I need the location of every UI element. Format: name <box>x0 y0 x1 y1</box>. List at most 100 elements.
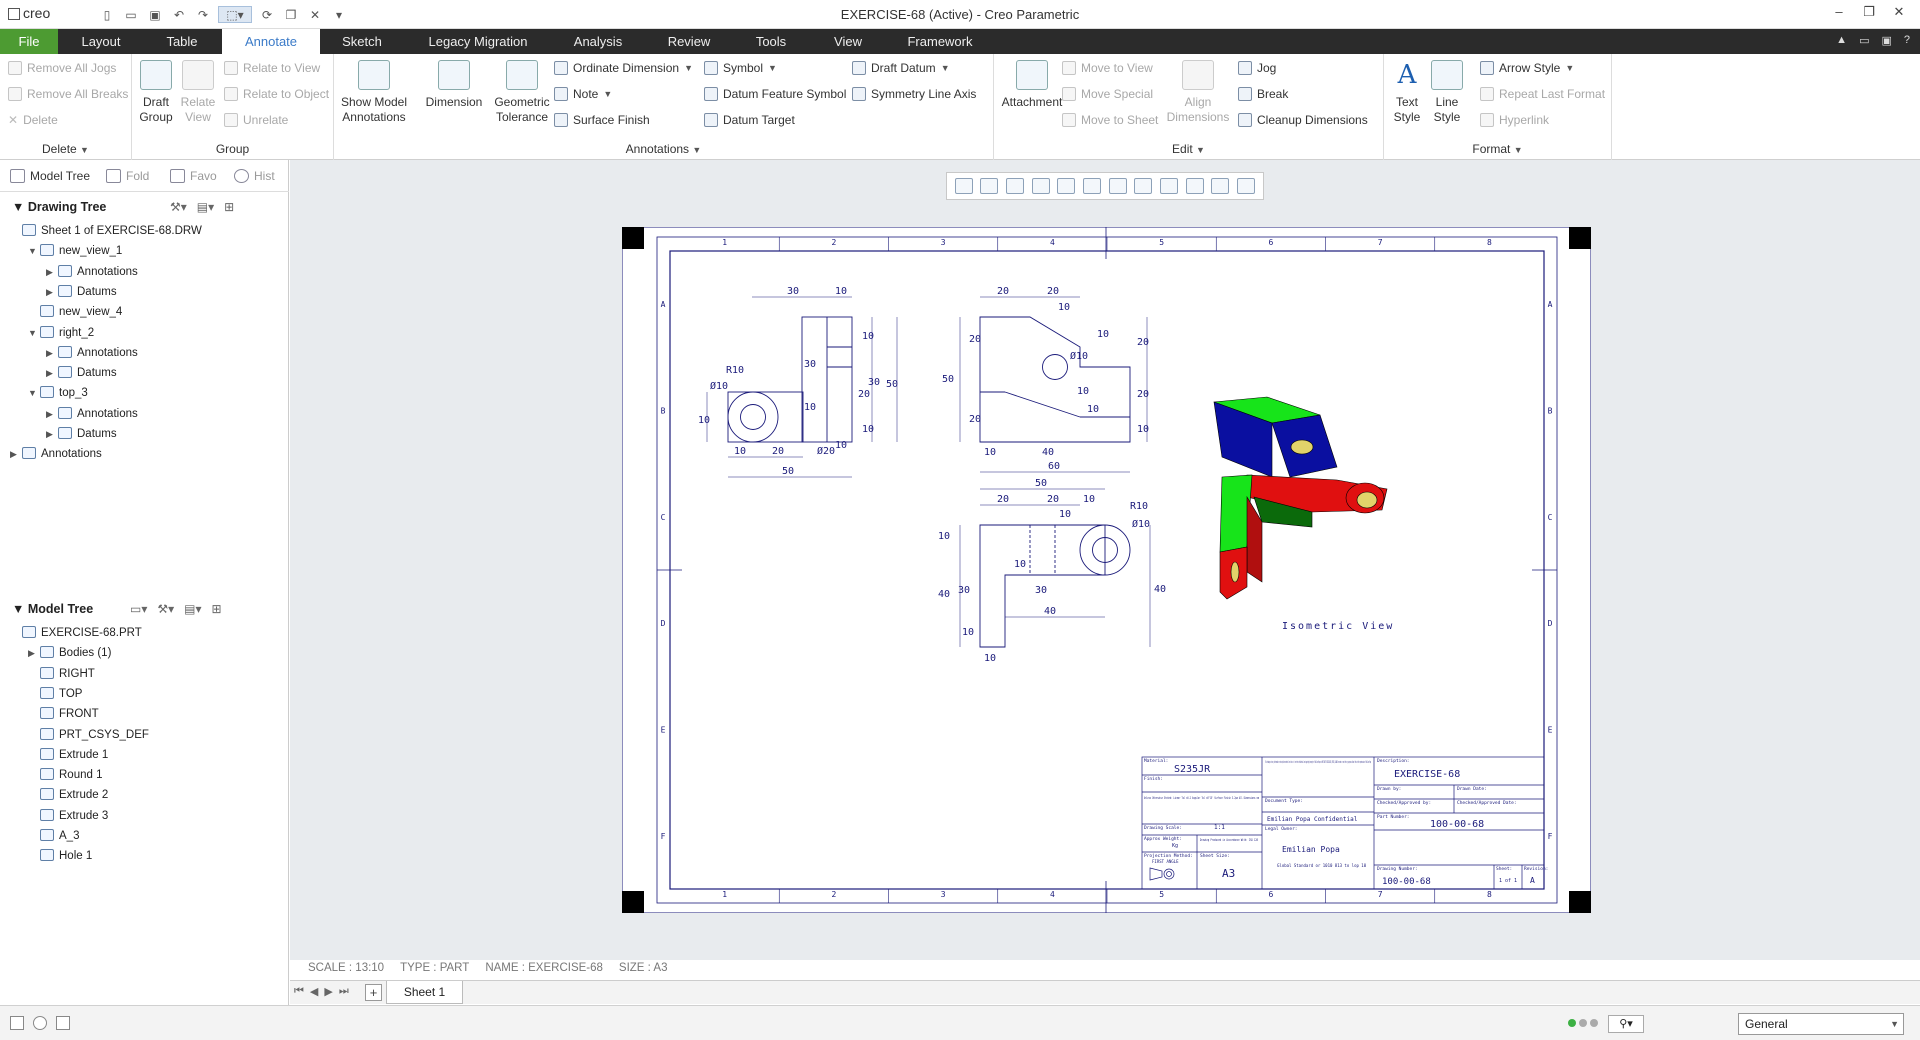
full-screen-icon[interactable] <box>56 1016 70 1030</box>
tree-node[interactable]: new_view_4 <box>28 302 122 322</box>
remove-all-breaks-button[interactable]: Remove All Breaks <box>8 84 128 104</box>
new-file-icon[interactable]: ▯ <box>98 6 116 23</box>
dimension-button[interactable]: Dimension <box>424 60 484 110</box>
datum-display-icon[interactable] <box>1134 178 1153 194</box>
tree-node[interactable]: Extrude 1 <box>28 745 108 765</box>
model-tree-settings-icon[interactable]: ⚒▾ <box>157 602 174 616</box>
tab-framework[interactable]: Framework <box>894 29 986 54</box>
delete-group-label[interactable]: Delete ▼ <box>0 142 131 156</box>
restore-icon[interactable]: ❐ <box>1854 4 1884 20</box>
nav-tab-history[interactable]: Hist <box>232 166 275 186</box>
move-special-button[interactable]: Move Special <box>1062 84 1153 104</box>
tree-node[interactable]: ▼ right_2 <box>28 323 94 343</box>
unrelate-button[interactable]: Unrelate <box>224 110 288 130</box>
tab-sketch[interactable]: Sketch <box>326 29 398 54</box>
tree-settings-icon[interactable]: ⚒▾ <box>170 200 187 214</box>
symbol-button[interactable]: Symbol ▼ <box>704 58 777 78</box>
tree-toggle-icon[interactable]: ▶ <box>10 444 22 464</box>
windows-icon[interactable]: ❐ <box>282 6 300 23</box>
line-style-button[interactable]: Line Style <box>1428 60 1466 125</box>
format-group-label[interactable]: Format ▼ <box>1384 142 1611 156</box>
close-icon[interactable]: ✕ <box>1884 4 1914 20</box>
tree-toggle-icon[interactable]: ▶ <box>46 424 58 444</box>
tree-node[interactable]: A_3 <box>28 826 79 846</box>
view-manager-icon[interactable] <box>1108 178 1127 194</box>
save-icon[interactable]: ▣ <box>146 6 164 23</box>
jog-button[interactable]: Jog <box>1238 58 1276 78</box>
sheet-tab[interactable]: Sheet 1 <box>386 981 463 1004</box>
move-to-sheet-button[interactable]: Move to Sheet <box>1062 110 1158 130</box>
tree-node[interactable]: PRT_CSYS_DEF <box>28 725 149 745</box>
repeat-last-format-button[interactable]: Repeat Last Format <box>1480 84 1605 104</box>
tab-file[interactable]: File <box>0 29 58 54</box>
refit-icon[interactable] <box>954 178 973 194</box>
attachment-button[interactable]: Attachment <box>996 60 1068 110</box>
nav-tab-folder[interactable]: Fold <box>104 166 149 186</box>
ribbon-options-icon[interactable]: ▭ <box>1859 34 1869 47</box>
next-sheet-icon[interactable]: ▶ <box>324 985 332 998</box>
datum-target-button[interactable]: Datum Target <box>704 110 795 130</box>
tree-node[interactable]: Extrude 3 <box>28 806 108 826</box>
tree-node[interactable]: ▶ Datums <box>46 363 117 383</box>
tree-node[interactable]: EXERCISE-68.PRT <box>10 623 142 643</box>
drawing-sheet[interactable]: 1122334455667788A AB BC CD DE EF F 30 10… <box>622 227 1591 913</box>
draft-group-button[interactable]: Draft Group <box>136 60 176 125</box>
move-to-view-button[interactable]: Move to View <box>1062 58 1153 78</box>
add-sheet-button[interactable]: + <box>365 984 382 1001</box>
draft-datum-button[interactable]: Draft Datum ▼ <box>852 58 950 78</box>
graphics-area[interactable]: 1122334455667788AABBCCDDEEFF 30 10 R10 Ø… <box>290 160 1920 960</box>
saved-orientations-icon[interactable] <box>1083 178 1102 194</box>
tree-toggle-icon[interactable]: ▶ <box>46 282 58 302</box>
tree-node[interactable]: Round 1 <box>28 765 102 785</box>
annotation-display-icon[interactable] <box>1160 178 1179 194</box>
tree-filter-icon[interactable]: ⊞ <box>224 200 234 214</box>
axis-display-icon[interactable] <box>1185 178 1204 194</box>
tree-toggle-icon[interactable]: ▼ <box>28 323 40 343</box>
tree-toggle-icon[interactable]: ▶ <box>28 643 40 663</box>
relate-to-object-button[interactable]: Relate to Object <box>224 84 329 104</box>
first-sheet-icon[interactable]: ⏮ <box>294 985 304 998</box>
note-button[interactable]: Note ▼ <box>554 84 612 104</box>
prev-sheet-icon[interactable]: ◀ <box>310 985 318 998</box>
toggle-navigator-icon[interactable] <box>10 1016 24 1030</box>
tree-node[interactable]: TOP <box>28 684 82 704</box>
csys-display-icon[interactable] <box>1237 178 1256 194</box>
tree-toggle-icon[interactable]: ▶ <box>46 343 58 363</box>
tree-show-icon[interactable]: ▤▾ <box>197 200 214 214</box>
zoom-in-icon[interactable] <box>980 178 999 194</box>
find-icon[interactable]: ⚲▾ <box>1608 1015 1644 1033</box>
geometric-tolerance-button[interactable]: Geometric Tolerance <box>490 60 554 125</box>
tree-node[interactable]: ▼ new_view_1 <box>28 241 122 261</box>
undo-icon[interactable]: ↶ <box>170 6 188 23</box>
selection-filter[interactable]: General ▼ <box>1738 1013 1904 1035</box>
select-box-icon[interactable]: ⬚▾ <box>218 6 252 23</box>
tree-node[interactable]: ▶ Bodies (1) <box>28 643 111 663</box>
customize-qat-icon[interactable]: ▾ <box>330 6 348 23</box>
tab-analysis[interactable]: Analysis <box>558 29 638 54</box>
close-window-icon[interactable]: ✕ <box>306 6 324 23</box>
tab-review[interactable]: Review <box>650 29 728 54</box>
break-button[interactable]: Break <box>1238 84 1288 104</box>
display-style-icon[interactable] <box>1057 178 1076 194</box>
hyperlink-button[interactable]: Hyperlink <box>1480 110 1549 130</box>
tab-layout[interactable]: Layout <box>66 29 136 54</box>
nav-tab-favorites[interactable]: Favo <box>168 166 217 186</box>
tree-toggle-icon[interactable]: ▼ <box>28 241 40 261</box>
nav-tab-model-tree[interactable]: Model Tree <box>8 166 90 186</box>
tab-legacy-migration[interactable]: Legacy Migration <box>410 29 546 54</box>
tree-node[interactable]: FRONT <box>28 704 99 724</box>
repaint-icon[interactable] <box>1031 178 1050 194</box>
tree-toggle-icon[interactable]: ▶ <box>46 262 58 282</box>
remove-all-jogs-button[interactable]: Remove All Jogs <box>8 58 116 78</box>
tree-node[interactable]: ▶ Annotations <box>46 404 138 424</box>
text-style-button[interactable]: A Text Style <box>1388 60 1426 125</box>
annotations-group-label[interactable]: Annotations ▼ <box>334 142 993 156</box>
browser-icon[interactable] <box>33 1016 47 1030</box>
redo-icon[interactable]: ↷ <box>194 6 212 23</box>
relate-to-view-button[interactable]: Relate to View <box>224 58 320 78</box>
tab-annotate[interactable]: Annotate <box>222 29 320 54</box>
window-tools-icon[interactable]: ▣ <box>1881 34 1891 47</box>
tree-node[interactable]: Hole 1 <box>28 846 92 866</box>
show-model-annotations-button[interactable]: Show Model Annotations <box>338 60 410 125</box>
model-tree-title[interactable]: ▼ Model Tree <box>12 602 93 616</box>
